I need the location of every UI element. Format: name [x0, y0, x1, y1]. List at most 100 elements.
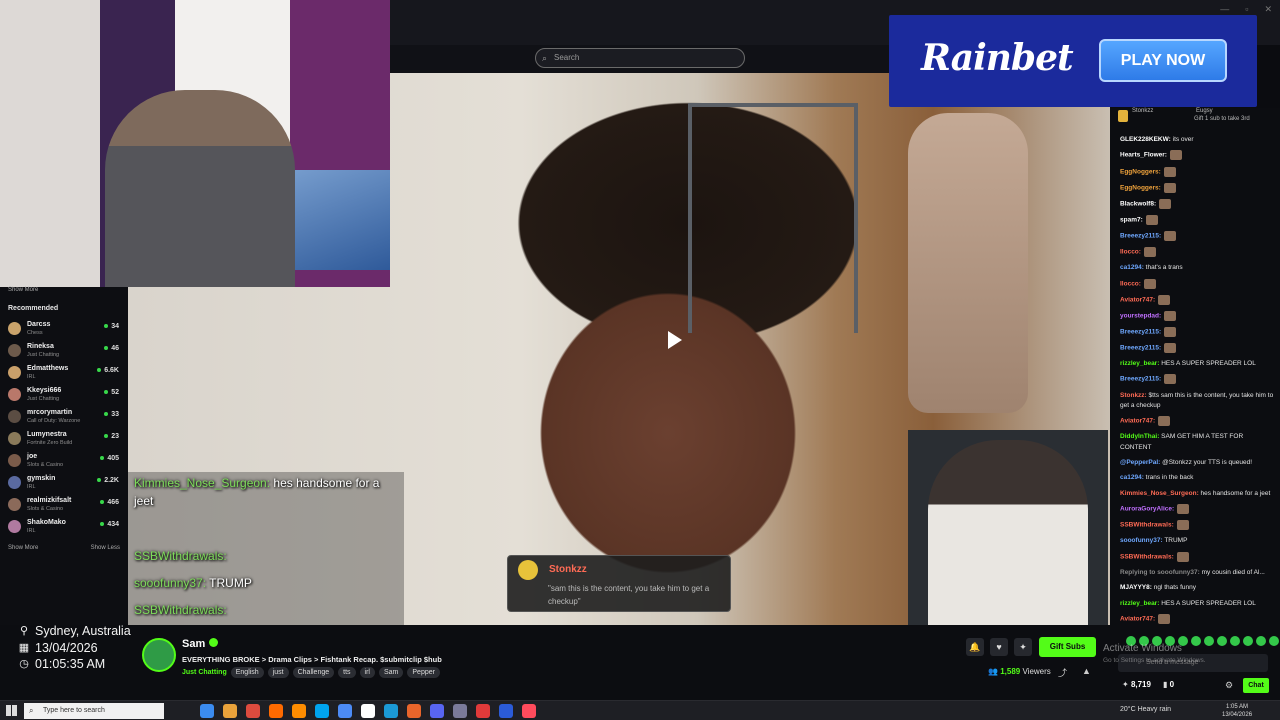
chat-message[interactable]: Replying to sooofunny37: my cousin died … [1120, 568, 1276, 578]
emote-icon[interactable] [1204, 636, 1214, 646]
chat-message[interactable]: Aviator747: [1120, 294, 1276, 306]
chat-message[interactable]: Hearts_Flower: [1120, 150, 1276, 161]
chat-message[interactable]: ca1294: trans in the back [1120, 473, 1276, 483]
play-now-button[interactable]: PLAY NOW [1099, 39, 1227, 82]
chat-username[interactable]: @PepperPal: [1120, 459, 1160, 466]
stream-tag[interactable]: just [267, 667, 289, 678]
chat-message[interactable]: DiddyInThai: SAM GET HIM A TEST FOR CONT… [1120, 432, 1276, 452]
chat-message[interactable]: Ilocco: [1120, 278, 1276, 290]
chat-username[interactable]: Ilocco: [1120, 249, 1141, 256]
streamer-avatar[interactable] [142, 638, 176, 672]
chat-message[interactable]: rizzley_bear: HES A SUPER SPREADER LOL [1120, 359, 1276, 369]
taskbar-app-icon[interactable] [269, 704, 283, 718]
chat-message[interactable]: spam7: [1120, 214, 1276, 226]
chat-username[interactable]: EggNoggers: [1120, 184, 1161, 191]
chat-send-button[interactable]: Chat [1243, 678, 1269, 693]
sidebar-channel-3[interactable]: Kkeysi666 Just Chatting 52 [8, 385, 122, 407]
chat-message[interactable]: @PepperPal: @Stonkzz your TTS is queued! [1120, 458, 1276, 468]
chat-message[interactable]: AuroraGoryAlice: [1120, 504, 1276, 515]
sidebar-channel-6[interactable]: joe Slots & Casino 405 [8, 451, 122, 473]
taskbar-app-icon[interactable] [292, 704, 306, 718]
chat-username[interactable]: ca1294: [1120, 264, 1144, 271]
sidebar-channel-7[interactable]: gymskin IRL 2.2K [8, 473, 122, 495]
streamer-name[interactable]: Sam [182, 638, 205, 650]
chat-username[interactable]: MJAYYY8: [1120, 584, 1152, 591]
follow-heart-icon[interactable]: ♥ [990, 638, 1008, 656]
chat-message[interactable]: Stonkzz: $tts sam this is the content, y… [1120, 391, 1276, 411]
emote-icon[interactable] [1256, 636, 1266, 646]
sidebar-channel-5[interactable]: Lumynestra Fortnite Zero Build 23 [8, 429, 122, 451]
emote-icon[interactable] [1269, 636, 1279, 646]
chat-username[interactable]: Kimmies_Nose_Surgeon: [1120, 490, 1199, 497]
chat-message[interactable]: Breeezy2115: [1120, 342, 1276, 354]
chat-username[interactable]: Stonkzz: [1120, 392, 1147, 399]
notification-bell-icon[interactable]: 🔔 [966, 638, 984, 656]
chat-message[interactable]: yourstepdad: [1120, 310, 1276, 322]
stream-tag[interactable]: tts [338, 667, 356, 678]
share-icon[interactable]: ⤴ [1058, 666, 1067, 679]
taskbar-app-icon[interactable] [476, 704, 490, 718]
sidebar-channel-1[interactable]: Rineksa Just Chatting 46 [8, 341, 122, 363]
show-less-button[interactable]: Show Less [91, 545, 120, 551]
chat-message[interactable]: ca1294: that's a trans [1120, 263, 1276, 273]
chat-username[interactable]: EggNoggers: [1120, 168, 1161, 175]
chat-username[interactable]: Aviator747: [1120, 296, 1155, 303]
chat-username[interactable]: AuroraGoryAlice: [1120, 506, 1174, 513]
sidebar-channel-8[interactable]: realmizkifsalt Slots & Casino 466 [8, 495, 122, 517]
emote-icon[interactable] [1243, 636, 1253, 646]
stream-tag[interactable]: Challenge [292, 667, 335, 678]
taskbar-clock[interactable]: 1:05 AM 13/04/2026 [1222, 703, 1252, 719]
taskbar-app-icon[interactable] [522, 704, 536, 718]
maximize-button[interactable]: ▫ [1245, 4, 1248, 15]
chat-username[interactable]: DiddyInThai: [1120, 433, 1159, 440]
gift-subs-button[interactable]: Gift Subs [1039, 637, 1096, 657]
chat-username[interactable]: spam7: [1120, 217, 1143, 224]
chat-username[interactable]: Hearts_Flower: [1120, 152, 1167, 159]
chat-message[interactable]: Breeezy2115: [1120, 374, 1276, 385]
stream-tag[interactable]: Sam [378, 667, 404, 678]
chat-username[interactable]: ca1294: [1120, 474, 1144, 481]
taskbar-app-icon[interactable] [384, 704, 398, 718]
chat-message[interactable]: EggNoggers: [1120, 182, 1276, 194]
chat-username[interactable]: sooofunny37: [1120, 537, 1163, 544]
taskbar-search[interactable]: ⌕ Type here to search [24, 703, 164, 719]
play-icon[interactable] [668, 331, 682, 349]
chat-message[interactable]: Breeezy2115: [1120, 230, 1276, 242]
chat-message[interactable]: MJAYYY8: ngl thats funny [1120, 583, 1276, 593]
minimize-button[interactable]: — [1220, 4, 1229, 15]
chat-message[interactable]: sooofunny37: TRUMP [1120, 536, 1276, 546]
taskbar-app-icon[interactable] [361, 704, 375, 718]
chat-message[interactable]: Blackwolf8: [1120, 198, 1276, 210]
taskbar-app-icon[interactable] [315, 704, 329, 718]
sidebar-channel-4[interactable]: mrcorymartin Call of Duty: Warzone 33 [8, 407, 122, 429]
chat-username[interactable]: Breeezy2115: [1120, 329, 1161, 336]
taskbar-app-icon[interactable] [453, 704, 467, 718]
chat-username[interactable]: GLEK228KEKW: [1120, 136, 1171, 143]
chat-message[interactable]: EggNoggers: [1120, 166, 1276, 178]
emote-icon[interactable] [1191, 636, 1201, 646]
chat-username[interactable]: Breeezy2115: [1120, 376, 1161, 383]
taskbar-app-icon[interactable] [499, 704, 513, 718]
emote-icon[interactable] [1230, 636, 1240, 646]
chat-message[interactable]: SSBWithdrawals: [1120, 520, 1276, 531]
chat-username[interactable]: rizzley_bear: [1120, 600, 1159, 607]
taskbar-app-icon[interactable] [407, 704, 421, 718]
chat-message[interactable]: rizzley_bear: HES A SUPER SPREADER LOL [1120, 599, 1276, 609]
rainbet-ad-banner[interactable]: Rainbet PLAY NOW [889, 15, 1257, 107]
chat-username[interactable]: Ilocco: [1120, 280, 1141, 287]
chat-username[interactable]: Replying to sooofunny37: [1120, 569, 1200, 576]
taskbar-app-icon[interactable] [223, 704, 237, 718]
stream-category[interactable]: Just Chatting [182, 667, 227, 678]
chat-message[interactable]: Ilocco: [1120, 247, 1276, 258]
taskbar-app-icon[interactable] [430, 704, 444, 718]
close-button[interactable]: ✕ [1264, 4, 1272, 15]
taskbar-app-icon[interactable] [200, 704, 214, 718]
sidebar-channel-9[interactable]: ShakoMako IRL 434 [8, 517, 122, 539]
pin-icon[interactable]: ✦ [1014, 638, 1032, 656]
stream-tag[interactable]: Pepper [407, 667, 440, 678]
emote-icon[interactable] [1217, 636, 1227, 646]
chat-message[interactable]: Kimmies_Nose_Surgeon: hes handsome for a… [1120, 489, 1276, 499]
taskbar-app-icon[interactable] [338, 704, 352, 718]
chat-message[interactable]: Aviator747: [1120, 613, 1276, 625]
chat-username[interactable]: Breeezy2115: [1120, 233, 1161, 240]
